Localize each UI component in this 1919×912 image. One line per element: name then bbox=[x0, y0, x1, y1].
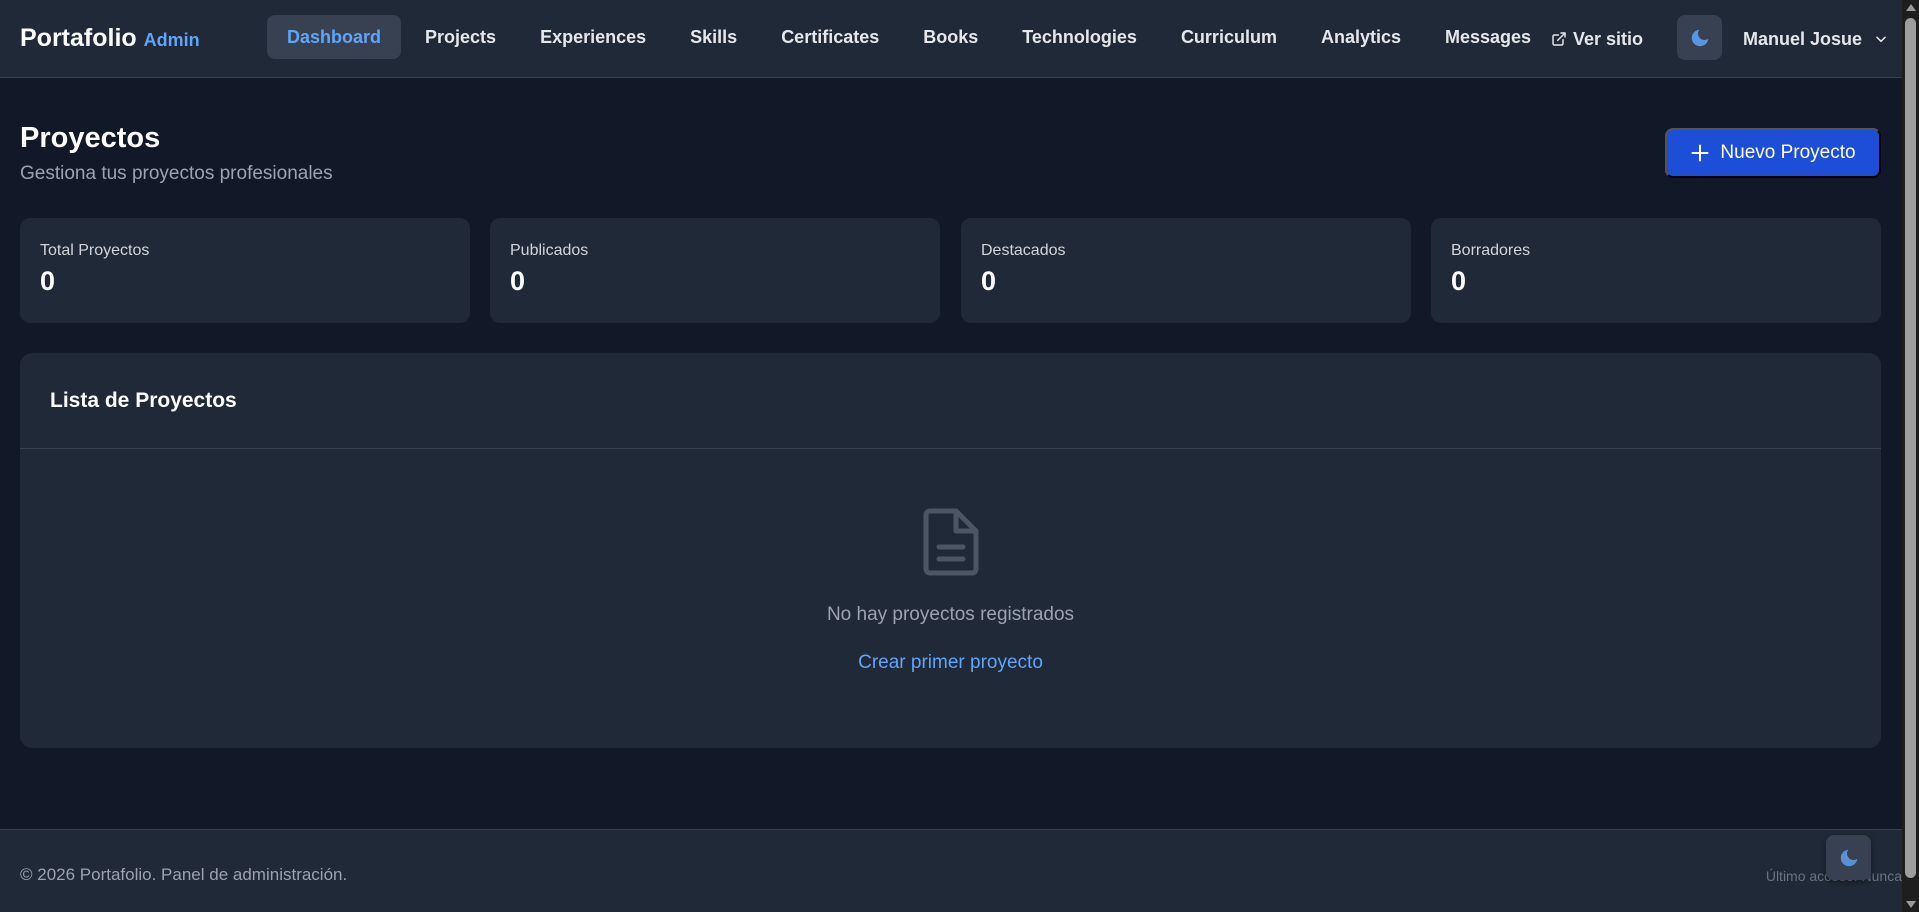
stat-value: 0 bbox=[40, 266, 56, 296]
scroll-down-arrow-icon[interactable] bbox=[1906, 901, 1916, 908]
footer-copyright: © 2026 Portafolio. Panel de administraci… bbox=[20, 865, 348, 884]
view-site-link[interactable]: Ver sitio bbox=[1551, 24, 1643, 54]
moon-icon bbox=[1691, 29, 1708, 46]
stat-card-total: Total Proyectos 0 bbox=[20, 218, 470, 323]
list-header: Lista de Proyectos bbox=[20, 353, 1881, 449]
stat-value: 0 bbox=[510, 266, 526, 296]
nav-item-skills[interactable]: Skills bbox=[670, 15, 757, 59]
vertical-scrollbar[interactable] bbox=[1902, 0, 1919, 912]
stat-card-published: Publicados 0 bbox=[490, 218, 940, 323]
moon-icon bbox=[1840, 849, 1857, 866]
floating-theme-toggle-button[interactable] bbox=[1826, 835, 1871, 880]
nav-item-certificates[interactable]: Certificates bbox=[761, 15, 899, 59]
user-menu[interactable]: Manuel Josue bbox=[1743, 24, 1888, 54]
theme-toggle-button[interactable] bbox=[1677, 15, 1722, 60]
brand-subtitle: Admin bbox=[143, 30, 200, 50]
nav-item-messages[interactable]: Messages bbox=[1425, 15, 1551, 59]
new-project-label: Nuevo Proyecto bbox=[1720, 142, 1856, 163]
nav-item-dashboard[interactable]: Dashboard bbox=[267, 15, 402, 59]
projects-list-panel: Lista de Proyectos No hay proyectos regi… bbox=[20, 353, 1881, 748]
page-title: Proyectos bbox=[20, 122, 161, 154]
nav-item-analytics[interactable]: Analytics bbox=[1301, 15, 1421, 59]
nav-item-books[interactable]: Books bbox=[903, 15, 998, 59]
scrollbar-thumb[interactable] bbox=[1905, 18, 1916, 878]
empty-state: No hay proyectos registrados Crear prime… bbox=[20, 449, 1881, 674]
view-site-label: Ver sitio bbox=[1573, 28, 1644, 49]
main-nav: Dashboard Projects Experiences Skills Ce… bbox=[267, 15, 1555, 59]
chevron-down-icon bbox=[1876, 36, 1886, 43]
stat-label: Publicados bbox=[510, 242, 589, 259]
nav-item-experiences[interactable]: Experiences bbox=[520, 15, 666, 59]
stat-card-featured: Destacados 0 bbox=[961, 218, 1411, 323]
top-navbar: Portafolio Admin Dashboard Projects Expe… bbox=[0, 0, 1902, 78]
new-project-button[interactable]: Nuevo Proyecto bbox=[1665, 128, 1881, 178]
stat-label: Destacados bbox=[981, 242, 1066, 259]
stat-label: Borradores bbox=[1451, 242, 1531, 259]
stat-label: Total Proyectos bbox=[40, 242, 150, 259]
scroll-up-arrow-icon[interactable] bbox=[1906, 4, 1916, 11]
nav-item-projects[interactable]: Projects bbox=[405, 15, 516, 59]
admin-app: Portafolio Admin Dashboard Projects Expe… bbox=[0, 0, 1919, 912]
footer: © 2026 Portafolio. Panel de administraci… bbox=[0, 829, 1902, 912]
nav-item-curriculum[interactable]: Curriculum bbox=[1161, 15, 1297, 59]
external-link-icon bbox=[1552, 32, 1566, 46]
empty-message: No hay proyectos registrados bbox=[826, 604, 1075, 625]
document-icon bbox=[923, 508, 978, 576]
stat-value: 0 bbox=[1451, 266, 1467, 296]
page-subtitle: Gestiona tus proyectos profesionales bbox=[20, 163, 333, 184]
nav-item-technologies[interactable]: Technologies bbox=[1002, 15, 1157, 59]
user-name: Manuel Josue bbox=[1743, 28, 1863, 49]
brand-logo[interactable]: Portafolio Admin bbox=[20, 24, 200, 53]
brand-name: Portafolio bbox=[20, 24, 137, 52]
create-first-project-link[interactable]: Crear primer proyecto bbox=[858, 652, 1043, 674]
plus-icon bbox=[1691, 144, 1709, 162]
list-title: Lista de Proyectos bbox=[50, 388, 237, 412]
stat-value: 0 bbox=[981, 266, 997, 296]
stat-card-drafts: Borradores 0 bbox=[1431, 218, 1881, 323]
